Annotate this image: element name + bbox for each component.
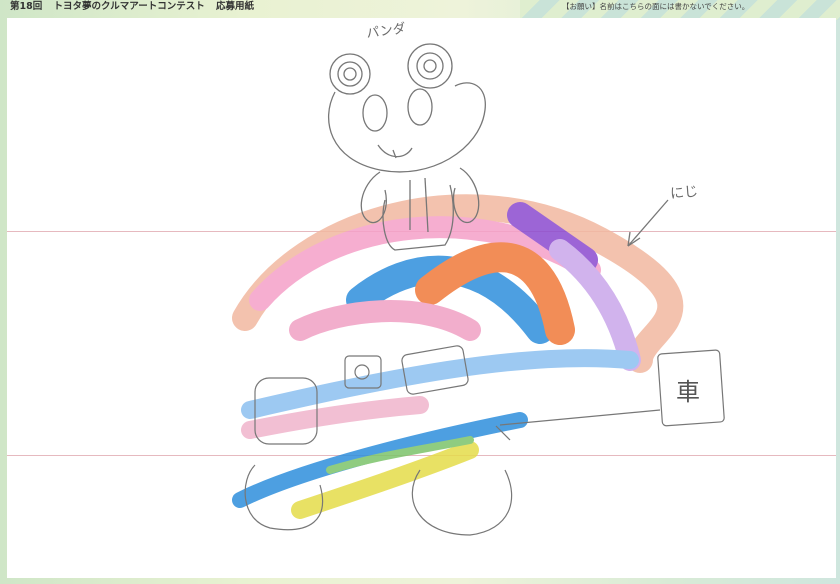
- car-label: 車: [676, 378, 700, 406]
- crayon-drawing: [232, 43, 725, 536]
- rainbow-drawing: [232, 194, 684, 519]
- arrow-mark: [627, 199, 669, 247]
- rainbow-label: にじ: [669, 183, 699, 203]
